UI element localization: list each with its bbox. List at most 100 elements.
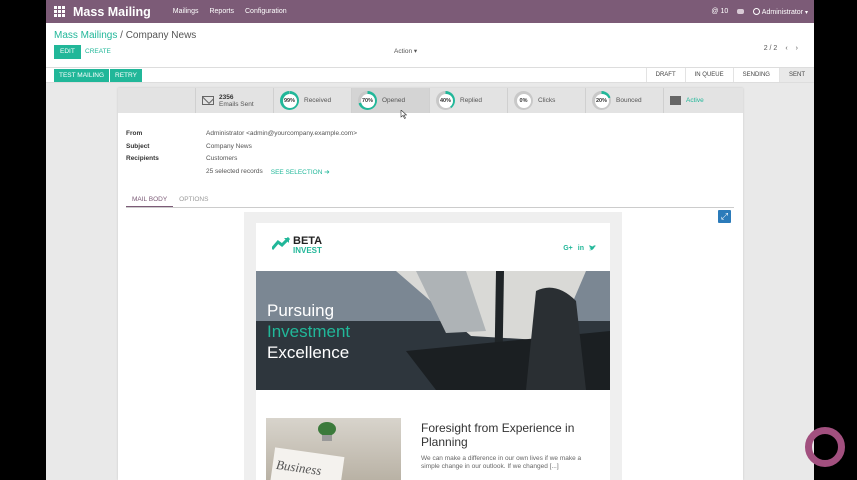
from-row: From Administrator <admin@yourcompany.ex…: [126, 130, 357, 143]
linkedin-icon[interactable]: in: [578, 245, 584, 253]
clicks-gauge: 0%: [514, 91, 533, 110]
opened-stat[interactable]: 70% Opened: [352, 88, 430, 113]
article-body: We can make a difference in our own live…: [421, 455, 582, 470]
stat-buttons: 2356 Emails Sent 99% Received 70% Opened…: [118, 88, 743, 113]
emails-sent-count: 2356: [219, 93, 234, 101]
top-navbar: Mass Mailing Mailings Reports Configurat…: [46, 0, 814, 23]
social-links: G+ in: [563, 245, 596, 253]
from-value: Administrator <admin@yourcompany.example…: [206, 130, 357, 137]
active-label: Active: [686, 97, 704, 104]
edit-button[interactable]: EDIT: [54, 45, 81, 59]
stage-sent[interactable]: SENT: [778, 68, 814, 82]
user-name: Administrator: [761, 8, 804, 16]
logo-chart-icon: [272, 237, 290, 250]
from-label: From: [126, 130, 143, 137]
odoo-window: Mass Mailing Mailings Reports Configurat…: [46, 0, 814, 480]
caret-down-icon: ▾: [804, 9, 808, 16]
replied-stat[interactable]: 40% Replied: [430, 88, 508, 113]
received-percent: 99%: [282, 93, 297, 108]
selection-row: 25 selected records SEE SELECTION ➔: [126, 168, 357, 181]
stat-spacer: [118, 88, 196, 113]
google-plus-icon[interactable]: G+: [563, 245, 573, 253]
hero-banner: Pursuing Investment Excellence: [256, 271, 610, 390]
tab-options[interactable]: OPTIONS: [173, 194, 214, 207]
opened-percent: 70%: [360, 93, 375, 108]
breadcrumb-current: Company News: [125, 30, 197, 41]
recipients-row: Recipients Customers: [126, 155, 357, 168]
create-button[interactable]: CREATE: [85, 45, 111, 59]
see-selection-label: SEE SELECTION: [270, 168, 323, 176]
clicks-percent: 0%: [516, 93, 531, 108]
test-mailing-button[interactable]: TEST MAILING: [54, 69, 110, 82]
subject-label: Subject: [126, 142, 150, 150]
recipients-value: Customers: [206, 155, 238, 162]
bounced-label: Bounced: [616, 97, 642, 104]
emails-sent-stat[interactable]: 2356 Emails Sent: [196, 88, 274, 113]
recipients-label: Recipients: [126, 155, 159, 162]
menu-item-reports[interactable]: Reports: [209, 8, 234, 15]
at-icon: @: [711, 8, 719, 15]
article-image: Business: [266, 418, 401, 480]
fullscreen-expand-icon[interactable]: ⤢: [718, 210, 731, 223]
chat-icon[interactable]: [737, 9, 745, 14]
opened-gauge: 70%: [358, 91, 377, 110]
form-tabs: MAIL BODY OPTIONS: [126, 194, 734, 208]
received-gauge: 99%: [280, 91, 299, 110]
chevron-left-icon[interactable]: ‹: [785, 45, 787, 52]
hero-line1: Pursuing: [267, 301, 335, 320]
subject-value: Company News: [206, 142, 252, 150]
replied-gauge: 40%: [436, 91, 455, 110]
action-label: Action: [394, 48, 413, 55]
status-bar: TEST MAILING RETRY DRAFT IN QUEUE SENDIN…: [46, 67, 814, 83]
mailing-fields: From Administrator <admin@yourcompany.ex…: [126, 130, 357, 180]
chevron-right-icon[interactable]: ›: [796, 45, 798, 52]
hero-headline: Pursuing Investment Excellence: [267, 300, 350, 363]
action-dropdown[interactable]: Action ▾: [394, 47, 417, 55]
article-title: Foresight from Experience in Planning: [421, 421, 575, 449]
subject-row: Subject Company News: [126, 143, 357, 156]
opened-label: Opened: [382, 97, 406, 104]
menu-item-configuration[interactable]: Configuration: [245, 8, 287, 15]
beta-invest-logo: BETA INVEST: [272, 235, 323, 255]
breadcrumb: Mass Mailings / Company News: [54, 30, 196, 41]
bounced-stat[interactable]: 20% Bounced: [586, 88, 664, 113]
received-stat[interactable]: 99% Received: [274, 88, 352, 113]
notifications[interactable]: @ 10: [711, 8, 728, 15]
stage-draft[interactable]: DRAFT: [645, 68, 685, 82]
twitter-icon[interactable]: [589, 245, 596, 253]
tab-mail-body[interactable]: MAIL BODY: [126, 194, 174, 207]
mail-body-preview[interactable]: BETA INVEST G+ in Pursuing Investment Ex…: [256, 223, 610, 480]
retry-button[interactable]: RETRY: [110, 69, 142, 82]
user-avatar-icon: [753, 7, 761, 15]
form-sheet: 2356 Emails Sent 99% Received 70% Opened…: [118, 88, 743, 480]
pot-shape: [322, 435, 332, 441]
replied-percent: 40%: [438, 93, 453, 108]
menu-item-mailings[interactable]: Mailings: [173, 8, 199, 15]
logo-line2: INVEST: [293, 246, 322, 255]
user-menu[interactable]: Administrator ▾: [753, 7, 808, 16]
caret-down-icon: ▾: [413, 48, 418, 55]
stage-sending[interactable]: SENDING: [732, 68, 779, 82]
arrow-right-icon: ➔: [324, 168, 330, 176]
envelope-icon: [202, 96, 214, 105]
breadcrumb-separator: /: [120, 30, 123, 41]
recording-indicator-icon: [805, 427, 845, 467]
breadcrumb-parent[interactable]: Mass Mailings: [54, 30, 117, 41]
app-title[interactable]: Mass Mailing: [73, 5, 151, 19]
replied-label: Replied: [460, 97, 483, 104]
clicks-stat[interactable]: 0% Clicks: [508, 88, 586, 113]
bounced-gauge: 20%: [592, 91, 611, 110]
pager-value: 2 / 2: [763, 45, 778, 52]
selection-spacer: [126, 168, 206, 181]
logo-line1: BETA: [293, 235, 323, 247]
see-selection-link[interactable]: SEE SELECTION ➔: [271, 168, 330, 181]
stage-pipeline: DRAFT IN QUEUE SENDING SENT: [645, 68, 814, 82]
stage-in-queue[interactable]: IN QUEUE: [684, 68, 733, 82]
active-toggle[interactable]: Active: [664, 88, 742, 113]
emails-sent-label: Emails Sent: [219, 100, 254, 108]
hero-line2: Investment: [267, 322, 351, 341]
apps-grid-icon[interactable]: [54, 6, 65, 17]
mouse-cursor-icon: [400, 110, 407, 119]
main-menu: Mailings Reports Configuration: [173, 8, 287, 15]
bounced-percent: 20%: [594, 93, 609, 108]
